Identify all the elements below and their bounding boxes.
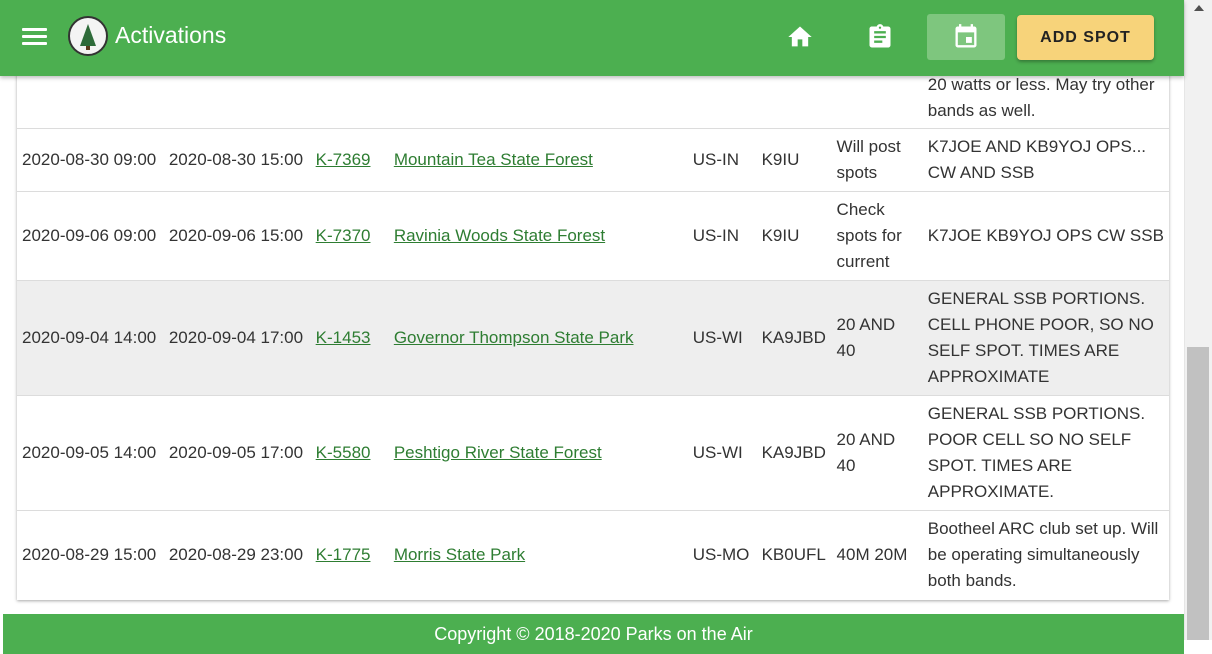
clipboard-icon [869, 24, 891, 48]
activations-button[interactable] [927, 14, 1005, 60]
menu-icon[interactable] [22, 24, 52, 52]
comments-cell: GENERAL SSB PORTIONS. POOR CELL SO NO SE… [927, 403, 1146, 501]
callsign-cell: KA9JBD [761, 327, 826, 347]
park-name-link[interactable]: Peshtigo River State Forest [394, 443, 602, 462]
scrollbar-thumb[interactable] [1187, 347, 1209, 640]
start-time-cell: 2020-09-04 14:00 [22, 327, 157, 347]
end-time-cell: 2020-09-04 17:00 [168, 327, 304, 347]
comments-cell: K7JOE AND KB9YOJ OPS... CW AND SSB [927, 136, 1147, 182]
frequencies-cell: 20 AND 40 [836, 314, 896, 360]
home-icon [788, 26, 812, 47]
start-time-cell: 2020-08-30 09:00 [22, 149, 157, 169]
comments-cell: K7JOE KB9YOJ OPS CW SSB [927, 225, 1164, 245]
vertical-scrollbar[interactable] [1184, 0, 1212, 640]
park-reference-link[interactable]: K-5580 [316, 443, 371, 462]
scroll-up-arrow-icon[interactable] [1194, 5, 1204, 11]
location-cell: US-WI [692, 442, 743, 462]
end-time-cell: 2020-08-30 15:00 [168, 149, 304, 169]
footer: Copyright © 2018-2020 Parks on the Air [3, 614, 1184, 654]
end-time-cell: 2020-08-29 23:00 [168, 544, 304, 564]
callsign-cell: KA9JBD [761, 442, 826, 462]
add-spot-button[interactable]: ADD SPOT [1017, 15, 1154, 60]
park-reference-link[interactable]: K-1453 [316, 328, 371, 347]
callsign-cell: KB0UFL [761, 544, 826, 564]
park-reference-link[interactable]: K-7370 [316, 226, 371, 245]
app-bar: Activations ADD SPOT [0, 0, 1184, 76]
callsign-cell: K9IU [761, 149, 800, 169]
comments-cell: Bootheel ARC club set up. Will be operat… [927, 518, 1159, 590]
start-time-cell: 2020-09-05 14:00 [22, 442, 157, 462]
table-row: 2020-09-04 14:00 2020-09-04 17:00 K-1453… [17, 280, 1169, 395]
copyright-text: Copyright © 2018-2020 Parks on the Air [434, 624, 753, 644]
callsign-cell: K9IU [761, 225, 800, 245]
location-cell: US-IN [692, 149, 740, 169]
calendar-icon [955, 24, 977, 48]
location-cell: US-WI [692, 327, 743, 347]
start-time-cell: 2020-08-29 15:00 [22, 544, 157, 564]
frequencies-cell: 20 AND 40 [836, 429, 896, 475]
table-row: 2020-08-30 09:00 2020-08-30 15:00 K-7369… [17, 128, 1169, 191]
location-cell: US-IN [692, 225, 740, 245]
frequencies-cell: Check spots for current [836, 199, 902, 271]
location-cell: US-MO [692, 544, 750, 564]
frequencies-cell: 40M 20M [836, 544, 908, 564]
park-reference-link[interactable]: K-1775 [316, 545, 371, 564]
activations-table-card: 20 watts or less. May try other bands as… [17, 20, 1169, 600]
pota-logo[interactable] [68, 16, 108, 56]
park-name-link[interactable]: Governor Thompson State Park [394, 328, 634, 347]
table-row: 2020-09-05 14:00 2020-09-05 17:00 K-5580… [17, 395, 1169, 510]
park-name-link[interactable]: Ravinia Woods State Forest [394, 226, 605, 245]
park-reference-link[interactable]: K-7369 [316, 150, 371, 169]
spots-button[interactable] [841, 14, 919, 60]
activations-table: 20 watts or less. May try other bands as… [17, 20, 1169, 599]
start-time-cell: 2020-09-06 09:00 [22, 225, 157, 245]
comments-cell: GENERAL SSB PORTIONS. CELL PHONE POOR, S… [927, 288, 1154, 386]
frequencies-cell: Will post spots [836, 136, 901, 182]
page-title: Activations [115, 22, 227, 48]
table-row: 2020-09-06 09:00 2020-09-06 15:00 K-7370… [17, 191, 1169, 280]
park-name-link[interactable]: Mountain Tea State Forest [394, 150, 593, 169]
park-name-link[interactable]: Morris State Park [394, 545, 525, 564]
end-time-cell: 2020-09-05 17:00 [168, 442, 304, 462]
table-row: 2020-08-29 15:00 2020-08-29 23:00 K-1775… [17, 510, 1169, 599]
home-button[interactable] [761, 14, 839, 60]
end-time-cell: 2020-09-06 15:00 [168, 225, 304, 245]
